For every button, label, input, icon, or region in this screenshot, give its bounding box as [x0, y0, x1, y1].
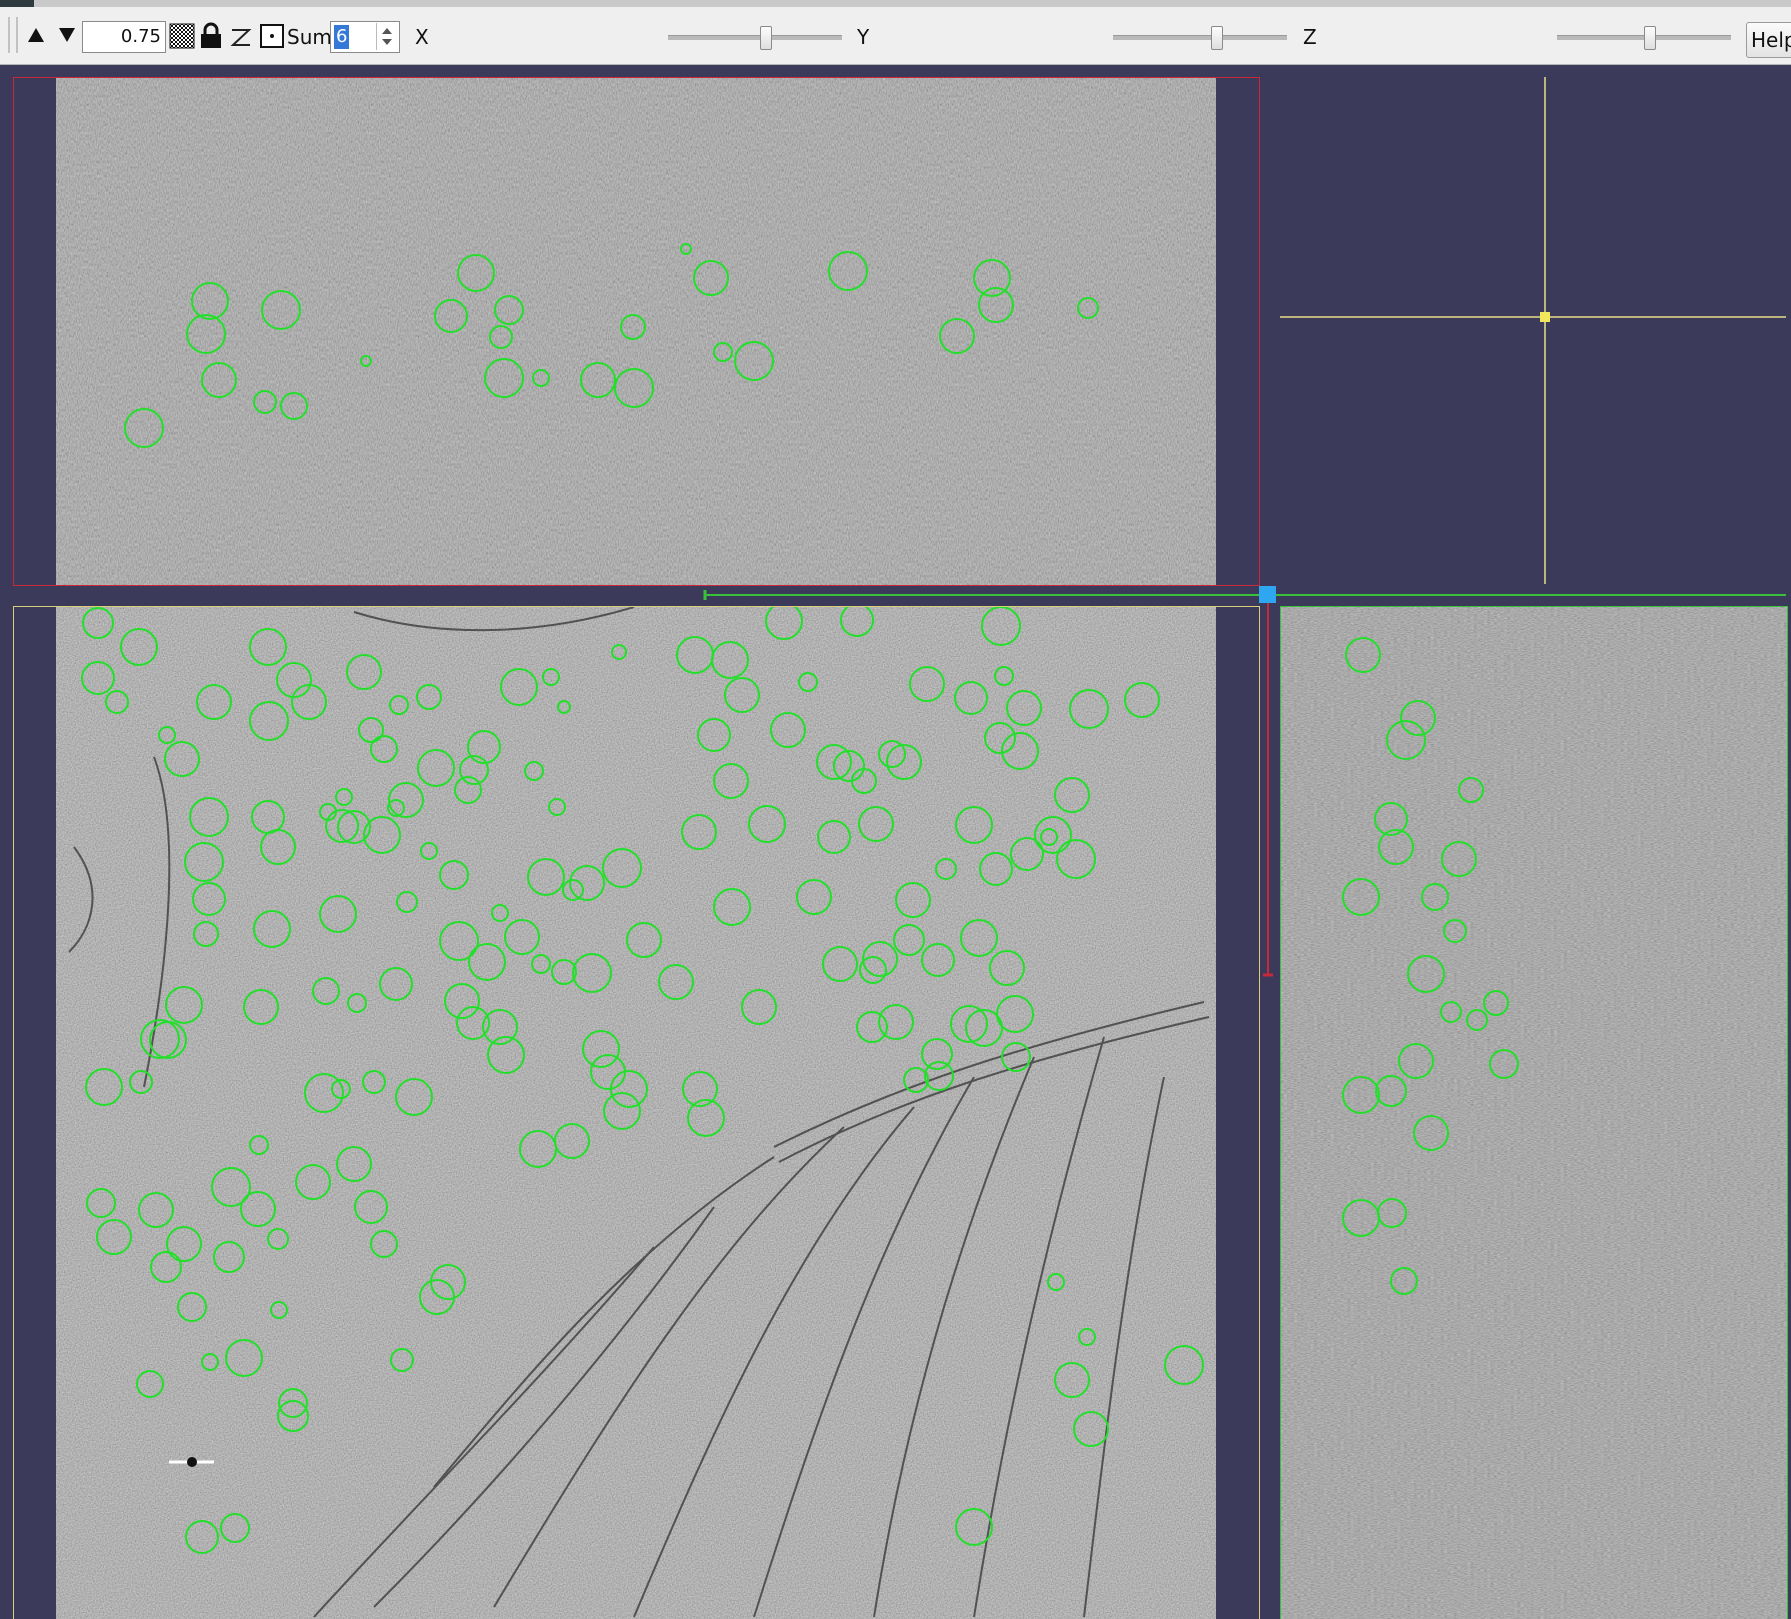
crosshair-center-handle[interactable]	[1540, 312, 1550, 322]
view-split-handle[interactable]	[1259, 586, 1276, 603]
slice-navigation-overlay	[703, 77, 1786, 977]
